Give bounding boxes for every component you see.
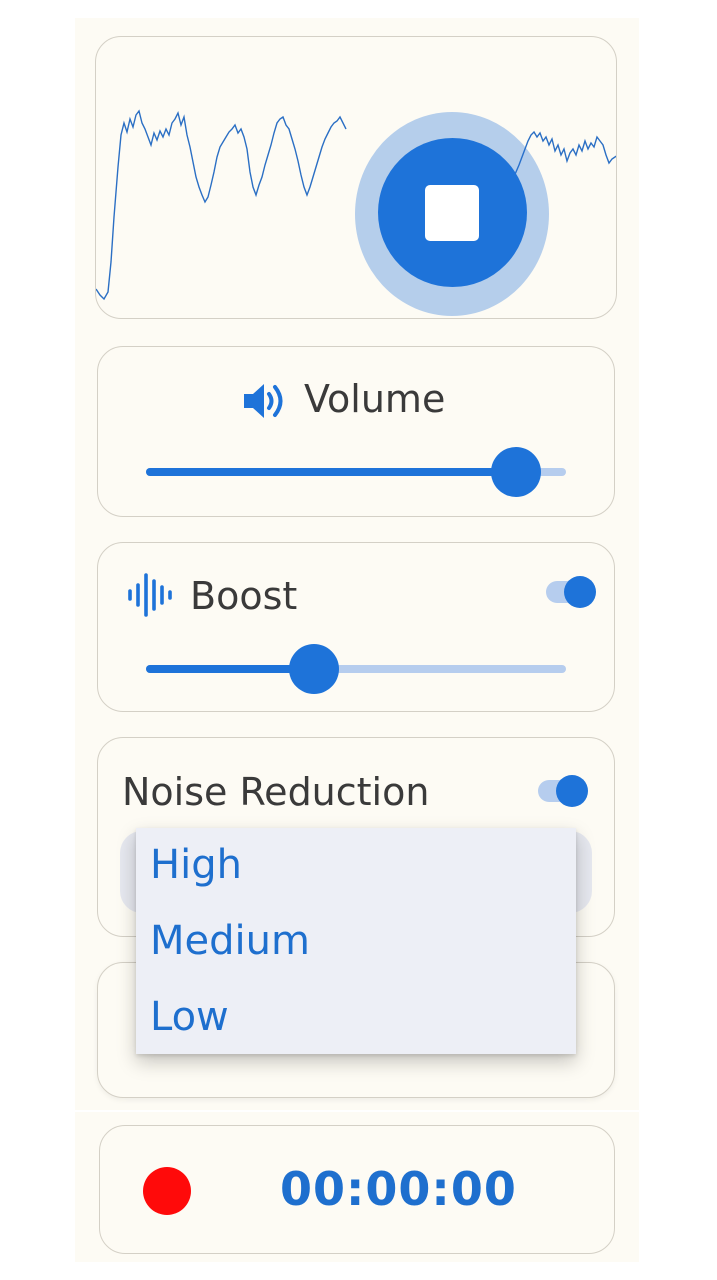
boost-toggle[interactable] bbox=[546, 576, 596, 608]
volume-title: Volume bbox=[304, 377, 446, 421]
stop-button[interactable] bbox=[378, 138, 527, 287]
dropdown-option-low[interactable]: Low bbox=[150, 994, 229, 1040]
boost-title: Boost bbox=[190, 574, 298, 618]
boost-slider-thumb[interactable] bbox=[289, 644, 339, 694]
noise-level-dropdown-menu: High Medium Low bbox=[136, 828, 576, 1054]
boost-card: Boost bbox=[97, 542, 615, 712]
noise-reduction-toggle-knob bbox=[556, 775, 588, 807]
volume-card: Volume bbox=[97, 346, 615, 517]
dropdown-option-high[interactable]: High bbox=[150, 842, 242, 888]
volume-slider-thumb[interactable] bbox=[490, 447, 541, 497]
recorder-bar: 00:00:00 bbox=[99, 1125, 615, 1254]
record-button[interactable] bbox=[143, 1167, 191, 1215]
volume-slider-fill bbox=[146, 468, 516, 476]
sound-wave-icon bbox=[126, 571, 174, 619]
noise-reduction-title: Noise Reduction bbox=[122, 770, 430, 814]
noise-reduction-toggle[interactable] bbox=[538, 775, 588, 807]
speaker-volume-icon bbox=[242, 381, 288, 421]
boost-toggle-knob bbox=[564, 576, 596, 608]
boost-slider-track[interactable] bbox=[146, 665, 566, 673]
dropdown-option-medium[interactable]: Medium bbox=[150, 918, 310, 964]
waveform-visualizer-card bbox=[95, 36, 617, 319]
stop-icon bbox=[425, 185, 479, 241]
recording-timer: 00:00:00 bbox=[280, 1162, 517, 1216]
